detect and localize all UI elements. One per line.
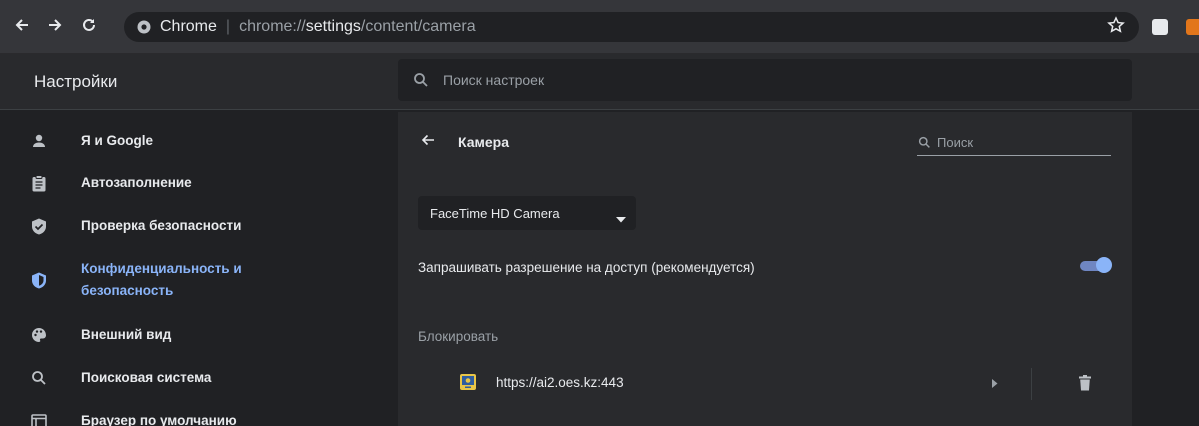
- palette-icon: [30, 326, 48, 344]
- blocked-site-row[interactable]: https://ai2.oes.kz:443: [398, 362, 1132, 406]
- extension-icon[interactable]: [1152, 19, 1168, 35]
- chrome-logo-icon: [136, 19, 152, 35]
- address-separator: |: [225, 18, 231, 35]
- sidebar-item-privacy-security[interactable]: Конфиденциальность и безопасность: [0, 256, 380, 304]
- address-url: chrome://settings/content/camera: [239, 18, 476, 35]
- fox-extension-icon[interactable]: [1186, 19, 1199, 35]
- page-title: Камера: [458, 134, 509, 150]
- camera-settings-card: Камера Поиск FaceTime HD Camera Запрашив…: [398, 112, 1132, 426]
- chrome-chip-label: Chrome: [160, 18, 217, 35]
- camera-search-placeholder: Поиск: [937, 135, 974, 150]
- settings-title: Настройки: [34, 72, 118, 91]
- sidebar-item-label-line1: Конфиденциальность и: [81, 261, 242, 276]
- sidebar-item-label: Проверка безопасности: [81, 218, 242, 233]
- ask-permission-label: Запрашивать разрешение на доступ (рекоме…: [418, 259, 755, 275]
- search-icon: [30, 369, 48, 387]
- camera-device-value: FaceTime HD Camera: [430, 205, 560, 221]
- camera-device-select[interactable]: FaceTime HD Camera: [418, 196, 636, 230]
- browser-toolbar: Chrome | chrome://settings/content/camer…: [0, 0, 1199, 54]
- settings-header: Настройки Поиск настроек: [0, 54, 1199, 110]
- row-divider: [1031, 368, 1032, 400]
- block-section-heading: Блокировать: [418, 329, 499, 344]
- blocked-site-url: https://ai2.oes.kz:443: [496, 375, 624, 390]
- reload-icon[interactable]: [77, 13, 101, 37]
- sidebar-item-label: Поисковая система: [81, 370, 212, 385]
- sidebar-item-label: Внешний вид: [81, 327, 172, 342]
- sidebar-item-label: Я и Google: [81, 133, 154, 148]
- address-bar[interactable]: Chrome | chrome://settings/content/camer…: [124, 12, 1139, 42]
- camera-card-header: Камера Поиск: [398, 112, 1132, 172]
- clipboard-icon: [30, 174, 48, 192]
- chevron-down-icon: [616, 210, 626, 228]
- back-arrow-icon[interactable]: [10, 13, 34, 37]
- browser-icon: [30, 412, 48, 426]
- chevron-right-icon[interactable]: [988, 376, 1002, 390]
- back-arrow-icon[interactable]: [418, 130, 438, 150]
- sidebar-item-you-and-google[interactable]: Я и Google: [0, 130, 380, 152]
- ask-permission-toggle[interactable]: [1078, 257, 1112, 274]
- shield-check-icon: [30, 217, 48, 235]
- site-favicon-icon: [460, 374, 476, 390]
- forward-arrow-icon[interactable]: [43, 13, 67, 37]
- sidebar-item-search-engine[interactable]: Поисковая система: [0, 367, 380, 389]
- sidebar-item-autofill[interactable]: Автозаполнение: [0, 172, 380, 194]
- search-icon: [412, 71, 430, 89]
- person-icon: [30, 132, 48, 150]
- sidebar-item-label: Автозаполнение: [81, 175, 192, 190]
- sidebar-item-safety-check[interactable]: Проверка безопасности: [0, 215, 380, 237]
- settings-sidebar: Я и Google Автозаполнение Проверка безоп…: [0, 110, 380, 426]
- ask-permission-row: Запрашивать разрешение на доступ (рекоме…: [418, 250, 1112, 284]
- camera-search-input[interactable]: Поиск: [917, 130, 1111, 156]
- toggle-knob: [1096, 257, 1112, 273]
- bookmark-star-icon[interactable]: [1104, 13, 1128, 37]
- settings-search-input[interactable]: Поиск настроек: [398, 59, 1132, 101]
- sidebar-item-label-line2: безопасность: [81, 283, 174, 298]
- sidebar-item-label: Браузер по умолчанию: [81, 413, 237, 426]
- settings-search-placeholder: Поиск настроек: [443, 72, 545, 88]
- trash-icon[interactable]: [1077, 374, 1093, 392]
- shield-icon: [30, 271, 48, 289]
- sidebar-item-default-browser[interactable]: Браузер по умолчанию: [0, 410, 380, 426]
- sidebar-item-appearance[interactable]: Внешний вид: [0, 324, 380, 346]
- search-icon: [917, 136, 931, 150]
